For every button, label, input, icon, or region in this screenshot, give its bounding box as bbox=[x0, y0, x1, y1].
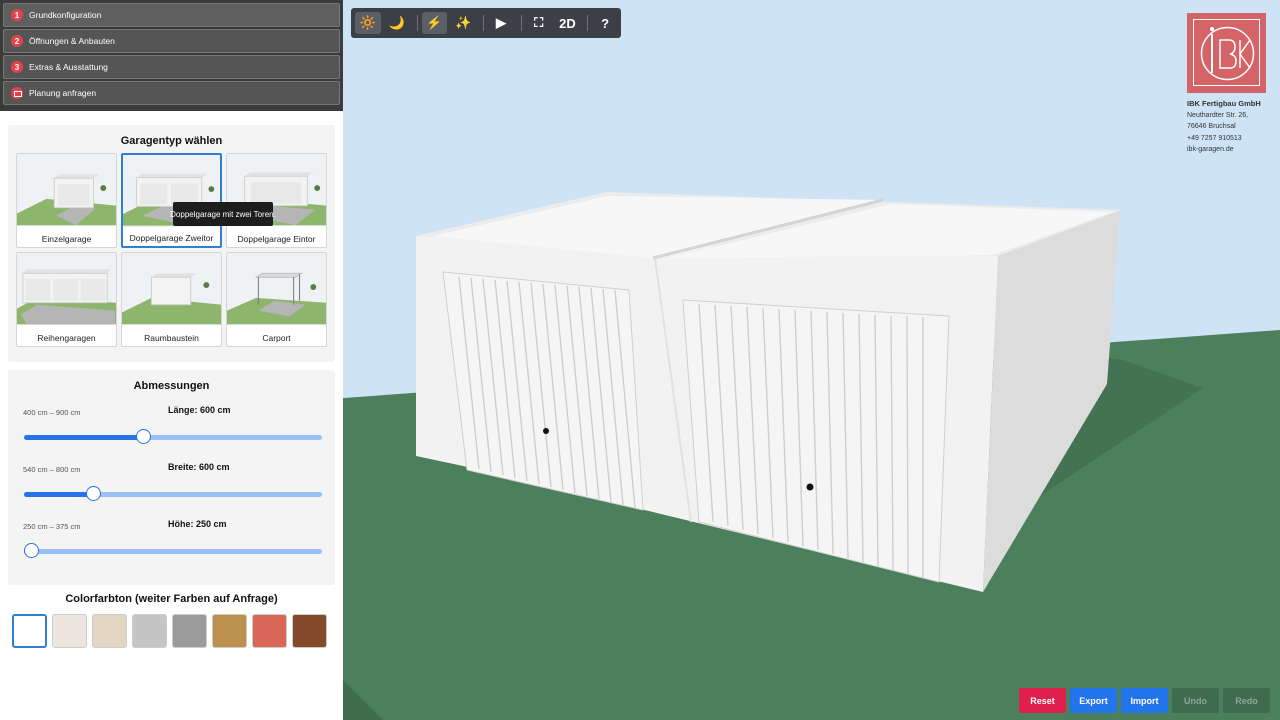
color-swatches bbox=[12, 614, 327, 648]
company-city: 76646 Bruchsal bbox=[1187, 123, 1236, 130]
step-menu: 1 Grundkonfiguration 2 Öffnungen & Anbau… bbox=[0, 0, 343, 111]
slider-thumb[interactable] bbox=[85, 486, 101, 501]
einzelgarage-thumbnail bbox=[17, 154, 116, 226]
garage-type-einzelgarage[interactable]: Einzelgarage bbox=[16, 153, 117, 248]
height-value: Höhe: 250 cm bbox=[168, 519, 227, 529]
reset-button[interactable]: Reset bbox=[1019, 688, 1066, 713]
slider-fill bbox=[24, 492, 93, 497]
color-swatch[interactable] bbox=[172, 614, 207, 648]
width-control: 540 cm – 800 cm Breite: 600 cm bbox=[8, 462, 335, 520]
undo-button[interactable]: Undo bbox=[1172, 688, 1219, 713]
toolbar-divider bbox=[416, 15, 418, 31]
color-swatch[interactable] bbox=[212, 614, 247, 648]
fullscreen-icon[interactable]: ⛶ bbox=[526, 12, 552, 34]
garage-type-card: Garagentyp wählen Einzelgarage Doppelgar… bbox=[8, 125, 335, 362]
garage-type-label: Reihengaragen bbox=[37, 333, 96, 343]
import-button[interactable]: Import bbox=[1121, 688, 1168, 713]
step-grundkonfiguration[interactable]: 1 Grundkonfiguration bbox=[3, 3, 340, 27]
step-planung-anfragen[interactable]: Planung anfragen bbox=[3, 81, 340, 105]
step-label: Extras & Ausstattung bbox=[29, 62, 108, 72]
step-number-badge: 1 bbox=[11, 9, 23, 21]
color-swatch[interactable] bbox=[132, 614, 167, 648]
step-label: Planung anfragen bbox=[29, 88, 97, 98]
sun-icon[interactable]: 🔆 bbox=[355, 12, 381, 34]
color-swatch[interactable] bbox=[92, 614, 127, 648]
garage-type-label: Doppelgarage Eintor bbox=[237, 234, 316, 244]
width-value: Breite: 600 cm bbox=[168, 462, 230, 472]
company-info: IBK Fertigbau GmbH Neuthardter Str. 26, … bbox=[1187, 98, 1277, 156]
step-label: Grundkonfiguration bbox=[29, 10, 102, 20]
lightning-icon[interactable]: ⚡ bbox=[421, 12, 448, 34]
garage-type-doppelgarage-eintor[interactable]: Doppelgarage Eintor bbox=[226, 153, 327, 248]
step-label: Öffnungen & Anbauten bbox=[29, 36, 115, 46]
sparkles-icon[interactable]: ✨ bbox=[450, 12, 476, 34]
company-logo bbox=[1187, 13, 1266, 93]
dimensions-card: Abmessungen 400 cm – 900 cm Länge: 600 c… bbox=[8, 370, 335, 585]
help-icon[interactable]: ? bbox=[592, 12, 618, 34]
height-slider[interactable] bbox=[24, 543, 322, 559]
company-street: Neuthardter Str. 26, bbox=[1187, 111, 1249, 119]
garage-type-tooltip: Doppelgarage mit zwei Toren. bbox=[170, 202, 276, 226]
company-phone: +49 7257 910513 bbox=[1187, 134, 1242, 142]
company-web[interactable]: ibk-garagen.de bbox=[1187, 144, 1277, 156]
2d-view-button[interactable]: 2D bbox=[555, 12, 581, 34]
color-title: Colorfarbton (weiter Farben auf Anfrage) bbox=[65, 593, 278, 605]
garage-type-raumbaustein[interactable]: Raumbaustein bbox=[121, 252, 222, 347]
export-button[interactable]: Export bbox=[1070, 688, 1117, 713]
toolbar-divider bbox=[587, 15, 589, 31]
toolbar-divider bbox=[483, 15, 485, 31]
action-buttons: Reset Export Import Undo Redo bbox=[1019, 688, 1270, 713]
slider-track bbox=[24, 549, 322, 554]
garage-type-label: Carport bbox=[262, 333, 291, 343]
garage-type-label: Doppelgarage Zweitor bbox=[129, 233, 214, 243]
width-slider[interactable] bbox=[24, 486, 322, 502]
color-swatch[interactable] bbox=[12, 614, 47, 648]
garage-type-doppelgarage-zweitor[interactable]: Doppelgarage Zweitor bbox=[121, 153, 222, 248]
step-oeffnungen-anbauten[interactable]: 2 Öffnungen & Anbauten bbox=[3, 29, 340, 53]
reihengaragen-thumbnail bbox=[17, 253, 116, 325]
company-name: IBK Fertigbau GmbH bbox=[1187, 99, 1261, 108]
toolbar-divider bbox=[520, 15, 522, 31]
garage-type-title: Garagentyp wählen bbox=[120, 135, 223, 147]
color-swatch[interactable] bbox=[292, 614, 327, 648]
moon-icon[interactable]: 🌙 bbox=[384, 12, 410, 34]
configurator-panel: 1 Grundkonfiguration 2 Öffnungen & Anbau… bbox=[0, 0, 343, 720]
mail-icon bbox=[11, 87, 23, 99]
slider-thumb[interactable] bbox=[136, 429, 152, 444]
garage-3d-scene bbox=[343, 0, 1280, 720]
ibk-logo-mark bbox=[1200, 26, 1255, 81]
length-control: 400 cm – 900 cm Länge: 600 cm bbox=[8, 405, 335, 463]
carport-thumbnail bbox=[227, 253, 326, 325]
raumbaustein-thumbnail bbox=[122, 253, 221, 325]
step-extras-ausstattung[interactable]: 3 Extras & Ausstattung bbox=[3, 55, 340, 79]
height-range: 250 cm – 375 cm bbox=[23, 522, 81, 531]
step-number-badge: 3 bbox=[11, 61, 23, 73]
length-value: Länge: 600 cm bbox=[168, 405, 231, 415]
dimensions-title: Abmessungen bbox=[133, 380, 210, 392]
width-range: 540 cm – 800 cm bbox=[23, 465, 81, 474]
garage-type-reihengaragen[interactable]: Reihengaragen bbox=[16, 252, 117, 347]
color-swatch[interactable] bbox=[52, 614, 87, 648]
length-range: 400 cm – 900 cm bbox=[23, 408, 81, 417]
color-swatch[interactable] bbox=[252, 614, 287, 648]
height-control: 250 cm – 375 cm Höhe: 250 cm bbox=[8, 519, 335, 577]
redo-button[interactable]: Redo bbox=[1223, 688, 1270, 713]
garage-type-label: Einzelgarage bbox=[41, 234, 92, 244]
play-icon[interactable]: ▶ bbox=[488, 12, 514, 34]
view-toolbar: 🔆 🌙 ⚡ ✨ ▶ ⛶ 2D ? bbox=[351, 8, 621, 38]
step-number-badge: 2 bbox=[11, 35, 23, 47]
slider-fill bbox=[24, 435, 144, 440]
garage-type-label: Raumbaustein bbox=[144, 333, 199, 343]
3d-viewport[interactable] bbox=[343, 0, 1280, 720]
length-slider[interactable] bbox=[24, 429, 322, 445]
slider-thumb[interactable] bbox=[24, 543, 39, 558]
garage-type-carport[interactable]: Carport bbox=[226, 252, 327, 347]
